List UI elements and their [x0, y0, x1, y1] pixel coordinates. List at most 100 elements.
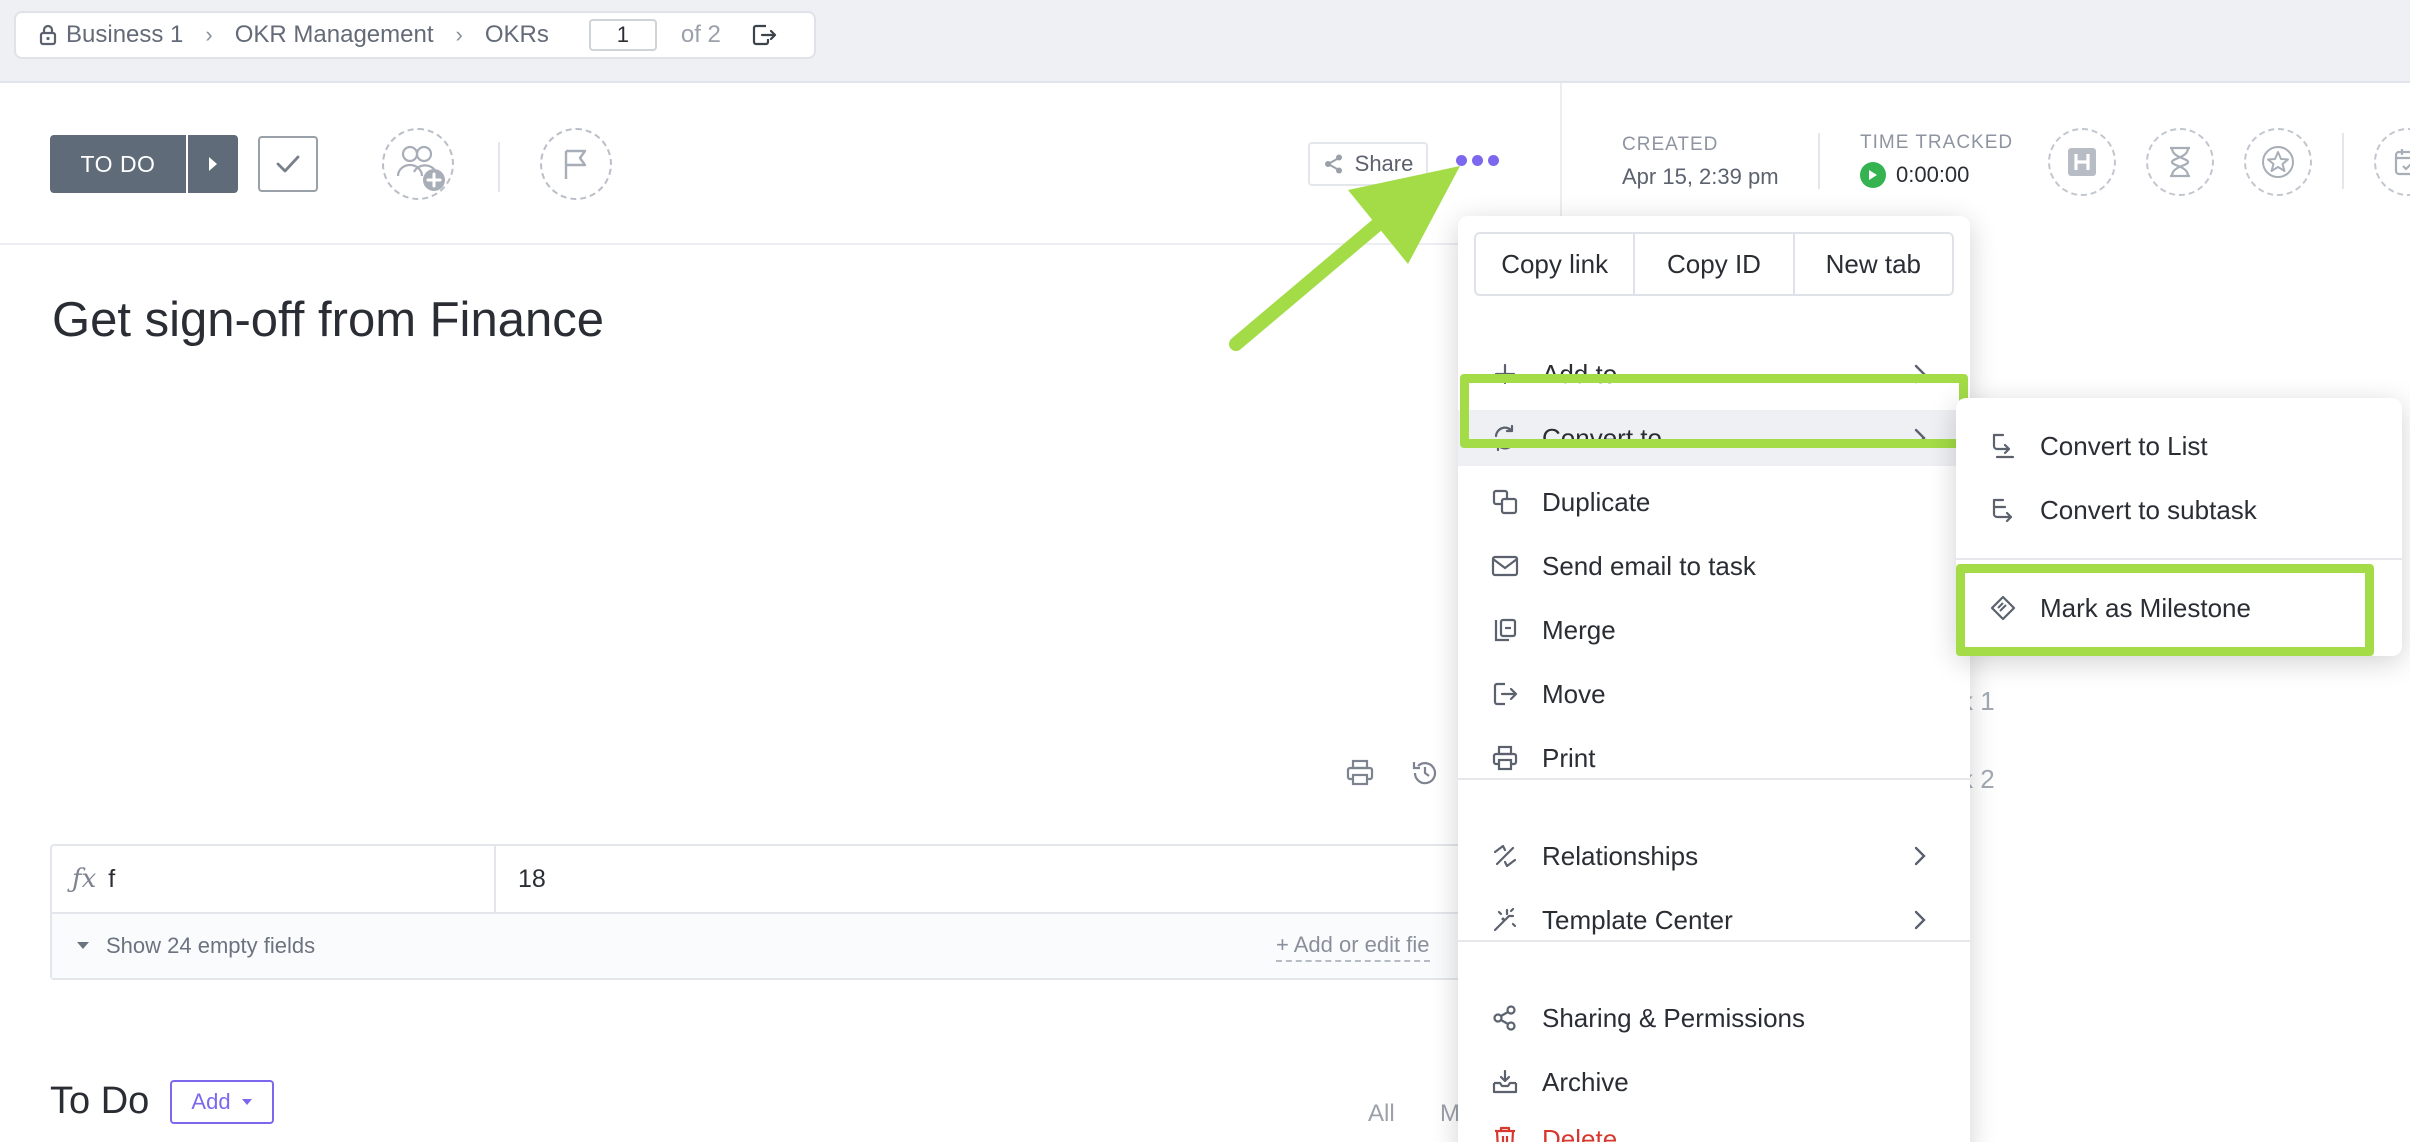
menu-item-label: Send email to task	[1542, 550, 1756, 581]
breadcrumb-item-okrs[interactable]: OKRs	[485, 21, 549, 49]
sprint-points-button[interactable]	[2244, 128, 2312, 196]
chevron-right-icon	[1914, 910, 1926, 930]
divider	[2342, 133, 2344, 189]
menu-item-sharing-permissions[interactable]: Sharing & Permissions	[1458, 990, 1970, 1046]
menu-divider	[1458, 940, 1970, 942]
field-value[interactable]: 18	[496, 865, 546, 894]
created-meta: CREATED Apr 15, 2:39 pm	[1622, 134, 1779, 190]
hours-button[interactable]	[2048, 128, 2116, 196]
breadcrumb-item-business[interactable]: Business 1	[66, 21, 183, 49]
convert-list-icon	[1988, 431, 2018, 461]
menu-item-duplicate[interactable]: Duplicate	[1458, 474, 1970, 530]
share-label: Share	[1354, 151, 1414, 176]
history-icon[interactable]	[1410, 758, 1440, 788]
copy-link-button[interactable]: Copy link	[1476, 234, 1636, 294]
divider	[1818, 133, 1820, 189]
convert-subtask-icon	[1988, 495, 2018, 525]
duplicate-icon	[1490, 487, 1520, 517]
add-todo-button[interactable]: Add	[170, 1080, 274, 1124]
menu-item-label: Move	[1542, 678, 1606, 709]
caret-down-icon	[77, 942, 89, 949]
highlight-box	[1460, 374, 1968, 448]
more-options-menu: Copy link Copy ID New tab Add to Convert…	[1458, 216, 1970, 1142]
merge-icon	[1490, 615, 1520, 645]
due-date-button[interactable]	[2374, 128, 2410, 196]
chevron-right-icon: ›	[455, 22, 463, 47]
play-icon[interactable]	[1860, 162, 1886, 188]
print-icon[interactable]	[1345, 758, 1375, 788]
created-value: Apr 15, 2:39 pm	[1622, 164, 1779, 189]
menu-item-label: Sharing & Permissions	[1542, 1002, 1805, 1033]
time-tracked-label: TIME TRACKED	[1860, 132, 2014, 153]
trash-icon	[1490, 1124, 1520, 1142]
custom-fields-table: ƒx f 18 Show 24 empty fields	[50, 844, 1470, 980]
copy-actions-group: Copy link Copy ID New tab	[1474, 232, 1954, 296]
breadcrumb-item-okr-management[interactable]: OKR Management	[235, 21, 434, 49]
show-empty-fields-toggle[interactable]: Show 24 empty fields	[52, 914, 1468, 978]
caret-down-icon	[241, 1099, 252, 1105]
time-estimate-button[interactable]	[2146, 128, 2214, 196]
menu-item-move[interactable]: Move	[1458, 666, 1970, 722]
status-button[interactable]: TO DO	[50, 135, 186, 193]
show-empty-fields-label: Show 24 empty fields	[106, 933, 316, 958]
task-title[interactable]: Get sign-off from Finance	[52, 292, 604, 348]
dot-icon	[1472, 155, 1483, 166]
dot-icon	[1488, 155, 1499, 166]
menu-item-relationships[interactable]: Relationships	[1458, 828, 1970, 884]
chevron-right-icon	[1914, 846, 1926, 866]
next-status-button[interactable]	[188, 135, 238, 193]
assignee-button[interactable]	[382, 128, 454, 200]
dot-icon	[1456, 155, 1467, 166]
page-number-input[interactable]: 1	[588, 19, 657, 51]
submenu-item-label: Convert to List	[2040, 430, 2208, 461]
print-icon	[1490, 743, 1520, 773]
todo-section-title: To Do	[50, 1080, 150, 1122]
archive-icon	[1490, 1067, 1520, 1097]
exit-icon[interactable]	[751, 22, 777, 48]
priority-button[interactable]	[540, 128, 612, 200]
filter-all-tab[interactable]: All	[1368, 1100, 1395, 1128]
table-row: ƒx f 18	[52, 846, 1468, 914]
submenu-item-convert-to-list[interactable]: Convert to List	[1956, 418, 2402, 474]
copy-id-button[interactable]: Copy ID	[1635, 234, 1795, 294]
share-icon	[1490, 1003, 1520, 1033]
caret-right-icon	[209, 157, 217, 171]
menu-item-label: Template Center	[1542, 904, 1733, 935]
submenu-item-convert-to-subtask[interactable]: Convert to subtask	[1956, 482, 2402, 538]
filter-mine-tab[interactable]: M	[1440, 1100, 1460, 1128]
chevron-right-icon: ›	[205, 22, 213, 47]
more-options-button[interactable]	[1456, 155, 1499, 166]
lock-icon	[39, 24, 57, 46]
share-icon	[1324, 154, 1342, 174]
menu-divider	[1458, 778, 1970, 780]
calendar-icon	[2394, 149, 2410, 176]
add-todo-label: Add	[191, 1089, 231, 1114]
move-icon	[1490, 679, 1520, 709]
menu-item-archive[interactable]: Archive	[1458, 1054, 1970, 1110]
menu-item-label: Relationships	[1542, 840, 1699, 871]
submenu-item-label: Convert to subtask	[2040, 494, 2257, 525]
add-assignee-icon	[396, 145, 445, 191]
menu-item-label: Print	[1542, 742, 1596, 773]
time-tracked[interactable]: TIME TRACKED 0:00:00	[1860, 132, 2013, 188]
complete-checkbox[interactable]	[258, 136, 318, 192]
menu-item-label: Archive	[1542, 1066, 1629, 1097]
time-tracked-value: 0:00:00	[1896, 162, 1970, 187]
template-icon	[1490, 905, 1520, 935]
menu-item-merge[interactable]: Merge	[1458, 602, 1970, 658]
task-header: TO DO Share	[0, 85, 1560, 245]
formula-icon: ƒx	[72, 864, 97, 894]
menu-item-send-email[interactable]: Send email to task	[1458, 538, 1970, 594]
menu-item-label: Delete	[1542, 1124, 1618, 1142]
add-edit-fields-link[interactable]: + Add or edit fie	[1276, 932, 1430, 962]
flag-icon	[564, 149, 587, 179]
created-label: CREATED	[1622, 134, 1719, 155]
menu-item-delete[interactable]: Delete	[1458, 1118, 1970, 1142]
divider	[498, 142, 500, 192]
hourglass-icon	[2170, 146, 2190, 178]
breadcrumb: Business 1 › OKR Management › OKRs 1 of …	[14, 11, 816, 59]
new-tab-button[interactable]: New tab	[1795, 234, 1952, 294]
highlight-box	[1956, 564, 2374, 656]
page-total: of 2	[680, 21, 721, 48]
share-button[interactable]: Share	[1308, 142, 1428, 186]
